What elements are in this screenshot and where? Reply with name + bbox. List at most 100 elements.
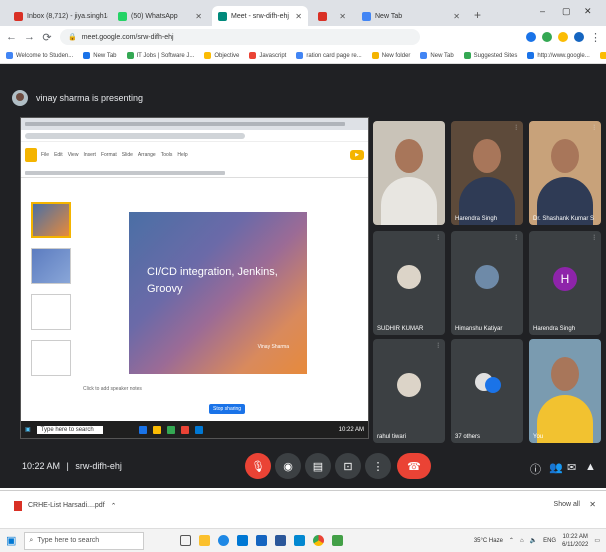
extension-icon[interactable] <box>558 32 568 42</box>
present-button[interactable]: ▶ <box>350 150 364 160</box>
bookmark-item[interactable]: Objective <box>204 52 239 59</box>
profile-avatar[interactable] <box>574 32 584 42</box>
forward-icon[interactable]: → <box>24 31 35 43</box>
more-menu-icon[interactable]: ⋮ <box>590 31 601 44</box>
clock[interactable]: 10:22 AM 6/11/2022 <box>562 533 588 549</box>
doc-menu-item[interactable]: Insert <box>83 152 96 158</box>
close-window-icon[interactable]: ✕ <box>584 6 592 17</box>
browser-tab[interactable]: (50) WhatsApp ✕ <box>112 6 208 26</box>
bookmark-icon <box>527 52 535 59</box>
participant-tile[interactable]: ⫶ Dr. Shashank Kumar S <box>529 121 601 225</box>
slide-thumbnail[interactable] <box>31 202 71 238</box>
chevron-up-icon[interactable]: ⌃ <box>111 502 117 510</box>
extension-icon[interactable] <box>542 32 552 42</box>
app-icon[interactable] <box>138 425 147 434</box>
bookmark-item[interactable]: New Tab <box>420 52 454 59</box>
meeting-details-icon[interactable]: ⓘ <box>530 461 541 477</box>
participant-tile[interactable]: ⫶ SUDHIR KUMAR <box>373 231 445 335</box>
doc-menu-item[interactable]: Slide <box>122 152 133 158</box>
windows-start-icon[interactable]: ▣ <box>25 426 31 433</box>
vscode-icon[interactable] <box>294 535 306 546</box>
participant-tile[interactable]: ⫶ Harendra Singh <box>451 121 523 225</box>
network-icon[interactable]: ⌂ <box>520 538 524 544</box>
close-tab-icon[interactable]: ✕ <box>195 12 202 21</box>
task-view-icon[interactable] <box>180 535 192 546</box>
camera-toggle-button[interactable]: ◉ <box>275 453 301 479</box>
bookmark-item[interactable]: ration card page re... <box>296 52 362 59</box>
notification-icon[interactable]: ▭ <box>594 537 600 544</box>
doc-menu-item[interactable]: View <box>68 152 79 158</box>
app-icon[interactable] <box>166 425 175 434</box>
bookmark-item[interactable]: Suggested Sites <box>463 52 517 59</box>
captions-button[interactable]: ▤ <box>305 453 331 479</box>
participant-tile[interactable]: 37 others <box>451 339 523 443</box>
doc-menu-item[interactable]: Help <box>177 152 187 158</box>
windows-search-box[interactable]: ⌕ Type here to search <box>24 531 145 550</box>
browser-tab[interactable]: Inbox (8,712) - jiya.singh18@gm✕ <box>8 6 108 26</box>
bookmark-item[interactable]: New Tab <box>83 52 117 59</box>
minimize-icon[interactable]: – <box>540 6 545 16</box>
more-options-button[interactable]: ⋮ <box>365 453 391 479</box>
stop-sharing-chip[interactable]: Stop sharing <box>209 404 246 414</box>
close-tab-icon[interactable]: ✕ <box>453 12 460 21</box>
close-tab-icon[interactable]: ✕ <box>339 12 346 21</box>
participant-tile[interactable]: ⫶ Himanshu Katiyar <box>451 231 523 335</box>
bookmark-item[interactable]: Welcome to Studen... <box>6 52 73 59</box>
store-icon[interactable] <box>237 535 249 546</box>
close-tab-icon[interactable]: ✕ <box>295 12 302 21</box>
bookmark-item[interactable]: Javascript <box>249 52 286 59</box>
participant-tile[interactable]: You <box>529 339 601 443</box>
bookmark-item[interactable]: Web Slices <box>599 52 606 59</box>
slide-thumbnail[interactable] <box>31 340 71 376</box>
doc-menu-item[interactable]: Format <box>101 152 117 158</box>
app-icon[interactable] <box>152 425 161 434</box>
taskbar-search[interactable]: Type here to search <box>36 425 103 434</box>
windows-search-placeholder: Type here to search <box>37 537 100 544</box>
new-tab-icon[interactable]: + <box>474 8 481 22</box>
doc-menu-item[interactable]: Tools <box>161 152 173 158</box>
app-icon[interactable] <box>180 425 189 434</box>
activities-icon[interactable]: ▲ <box>585 461 596 473</box>
bookmark-item[interactable]: IT Jobs | Software J... <box>126 52 194 59</box>
leave-call-button[interactable]: ☎ <box>397 453 431 479</box>
app-icon[interactable] <box>194 425 203 434</box>
volume-icon[interactable]: 🔈 <box>530 537 537 544</box>
present-now-button[interactable]: ⊡ <box>335 453 361 479</box>
slide-thumbnail[interactable] <box>31 248 71 284</box>
participant-tile[interactable]: ⫶ rahul tiwari <box>373 339 445 443</box>
word-icon[interactable] <box>275 535 287 546</box>
doc-menu-item[interactable]: Edit <box>54 152 63 158</box>
participant-tile[interactable]: H ⫶ Harendra Singh <box>529 231 601 335</box>
browser-tab[interactable]: ✕ <box>312 6 352 26</box>
chrome-icon[interactable] <box>313 535 325 546</box>
download-file-name[interactable]: CRHE-List Harsadi....pdf <box>28 502 105 509</box>
app-icon[interactable] <box>332 535 344 546</box>
file-explorer-icon[interactable] <box>199 535 211 546</box>
people-icon[interactable]: 👥 <box>549 461 563 474</box>
weather-text[interactable]: 35°C Haze <box>474 538 503 544</box>
language-indicator[interactable]: ENG <box>543 538 556 544</box>
reload-icon[interactable]: ⟳ <box>42 31 52 44</box>
edge-icon[interactable] <box>218 535 230 546</box>
bookmark-item[interactable]: New folder <box>371 52 410 59</box>
bookmark-item[interactable]: http://www.google... <box>527 52 590 59</box>
doc-menu-item[interactable]: File <box>41 152 49 158</box>
participant-tile[interactable] <box>373 121 445 225</box>
address-bar[interactable]: 🔒 meet.google.com/srw-difh-ehj <box>60 29 420 45</box>
browser-tab[interactable]: Meet - srw-difh-ehj ✕ <box>212 6 308 26</box>
slide-thumbnail[interactable] <box>31 294 71 330</box>
chat-icon[interactable]: ✉ <box>567 461 576 474</box>
close-shelf-icon[interactable]: ✕ <box>589 500 596 509</box>
avatar <box>475 265 499 289</box>
speaker-notes[interactable]: Click to add speaker notes <box>83 386 142 392</box>
back-icon[interactable]: ← <box>6 31 17 43</box>
windows-start-icon[interactable]: ▣ <box>6 534 16 547</box>
mic-toggle-button[interactable]: 🎙 <box>245 453 271 479</box>
outlook-icon[interactable] <box>256 535 268 546</box>
tray-chevron-icon[interactable]: ⌃ <box>509 537 514 544</box>
browser-tab[interactable]: New Tab ✕ <box>356 6 466 26</box>
maximize-icon[interactable]: ▢ <box>562 6 571 17</box>
doc-menu-item[interactable]: Arrange <box>138 152 156 158</box>
extension-icon[interactable] <box>526 32 536 42</box>
show-all-downloads-link[interactable]: Show all <box>554 501 580 508</box>
